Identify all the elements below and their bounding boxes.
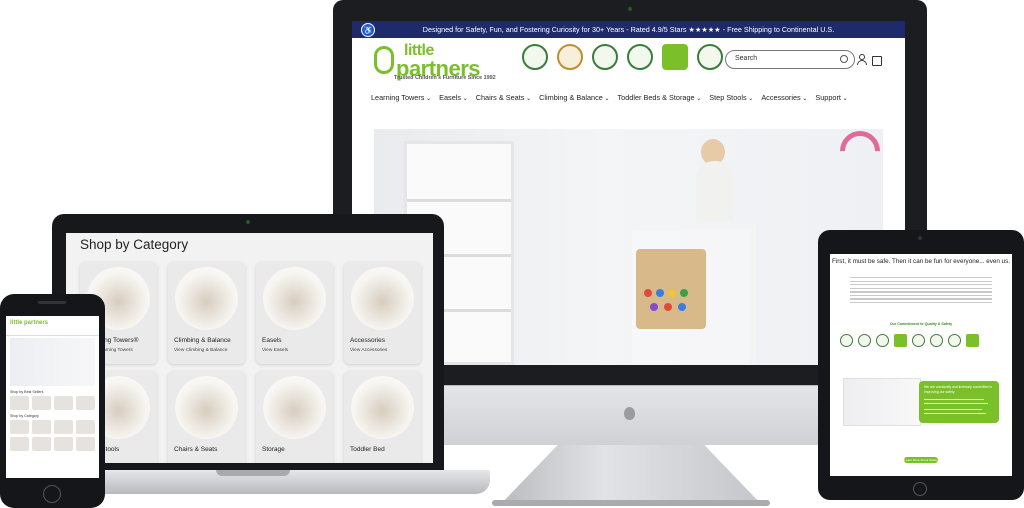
phone-header: little partners — [6, 316, 99, 336]
certification-badges — [522, 44, 723, 70]
announcement-bar: ♿ Designed for Safety, Fun, and Fosterin… — [352, 21, 905, 38]
category-link[interactable]: View Easels — [262, 348, 288, 353]
award-seal-badge-icon — [557, 44, 583, 70]
nav-item-support[interactable]: Support — [815, 93, 847, 102]
category-card-easels[interactable]: Easels View Easels — [256, 262, 333, 364]
brand-mark-icon — [374, 46, 394, 74]
category-image — [351, 267, 414, 330]
tablet: First, it must be safe. Then it can be f… — [818, 230, 1024, 500]
announcement-text: Designed for Safety, Fun, and Fostering … — [422, 25, 835, 34]
category-image — [175, 267, 238, 330]
nav-item-accessories[interactable]: Accessories — [761, 93, 807, 102]
laptop-notch — [216, 470, 290, 476]
rainbow-decal — [831, 129, 883, 180]
monitor-stand — [500, 445, 762, 505]
category-name: Climbing & Balance — [174, 337, 231, 344]
badge-icon — [876, 334, 889, 347]
home-button-icon — [43, 485, 61, 503]
safety-paragraph — [850, 277, 992, 306]
laptop-screen: Shop by Category Learning Towers® View L… — [66, 233, 433, 463]
phone-screen: little partners Shop by Best Sellers Sho… — [6, 316, 99, 478]
tablet-product-image — [843, 378, 921, 426]
nav-item-climbing-balance[interactable]: Climbing & Balance — [539, 93, 609, 102]
category-name: Easels — [262, 337, 282, 344]
responsive-devices-mockup: ♿ Designed for Safety, Fun, and Fosterin… — [0, 0, 1024, 508]
tablet-screen: First, it must be safe. Then it can be f… — [830, 254, 1012, 476]
eco-certified-badge-icon — [592, 44, 618, 70]
phone-logo[interactable]: little partners — [10, 320, 48, 326]
fsc-badge-icon — [627, 44, 653, 70]
activity-board — [636, 249, 706, 329]
brand-logo[interactable]: little partners Trusted Children's Furni… — [374, 43, 504, 84]
category-card-storage[interactable]: Storage — [256, 371, 333, 463]
badge-icon — [966, 334, 979, 347]
phone-hero-image[interactable] — [10, 338, 95, 386]
badge-icon — [858, 334, 871, 347]
accessibility-icon[interactable]: ♿ — [361, 23, 375, 37]
feature-title: We are constantly and tirelessly committ… — [924, 385, 993, 394]
category-card-accessories[interactable]: Accessories View Accessories — [344, 262, 421, 364]
category-card-chairs-seats[interactable]: Chairs & Seats — [168, 371, 245, 463]
category-card-climbing-balance[interactable]: Climbing & Balance View Climbing & Balan… — [168, 262, 245, 364]
category-image — [175, 376, 238, 439]
nav-item-learning-towers[interactable]: Learning Towers — [371, 93, 431, 102]
monitor-stand-base — [492, 500, 770, 506]
learn-more-button[interactable]: Learn More About Safety — [904, 457, 938, 463]
home-button-icon — [913, 482, 927, 496]
hero-child-body — [696, 161, 734, 221]
lifetime-warranty-badge-icon — [522, 44, 548, 70]
main-nav: Learning Towers Easels Chairs & Seats Cl… — [352, 90, 905, 104]
category-name: Toddler Bed — [350, 446, 385, 453]
cart-icon[interactable] — [871, 54, 882, 66]
apple-logo-icon — [624, 407, 635, 420]
safety-feature-box: We are constantly and tirelessly committ… — [919, 381, 999, 423]
category-image — [263, 376, 326, 439]
safety-headline: First, it must be safe. Then it can be f… — [831, 258, 1011, 265]
phone-section-best-sellers: Shop by Best Sellers — [10, 390, 44, 394]
search-icon[interactable] — [840, 55, 848, 63]
phone-speaker — [38, 301, 66, 304]
category-name: Chairs & Seats — [174, 446, 218, 453]
epa-badge-icon — [697, 44, 723, 70]
badge-icon — [840, 334, 853, 347]
monitor-camera — [628, 7, 632, 11]
badge-icon — [948, 334, 961, 347]
badge-icon — [930, 334, 943, 347]
tablet-camera — [918, 236, 922, 240]
category-link[interactable]: View Climbing & Balance — [174, 348, 228, 353]
laptop-camera — [246, 220, 250, 224]
phone-product-row — [10, 396, 95, 410]
nav-item-chairs-seats[interactable]: Chairs & Seats — [476, 93, 531, 102]
safety-badges — [840, 334, 979, 347]
phone-category-row — [10, 420, 95, 434]
category-link[interactable]: View Accessories — [350, 348, 387, 353]
category-card-toddler-bed[interactable]: Toddler Bed — [344, 371, 421, 463]
account-icon[interactable] — [856, 54, 867, 65]
site-header: little partners Trusted Children's Furni… — [352, 38, 905, 90]
badge-icon — [894, 334, 907, 347]
phone-category-row — [10, 437, 95, 451]
section-title: Shop by Category — [80, 237, 189, 252]
category-name: Accessories — [350, 337, 386, 344]
badge-icon — [912, 334, 925, 347]
nav-item-step-stools[interactable]: Step Stools — [709, 93, 753, 102]
hero-image[interactable] — [374, 129, 883, 365]
phone-section-category: Shop by Category — [10, 414, 39, 418]
nav-item-easels[interactable]: Easels — [439, 93, 468, 102]
category-image — [351, 376, 414, 439]
brand-tagline: Trusted Children's Furniture Since 1992 — [394, 75, 496, 81]
nav-item-toddler-beds-storage[interactable]: Toddler Beds & Storage — [618, 93, 702, 102]
greenguard-badge-icon — [662, 44, 688, 70]
commitment-subhead: Our Commitment to Quality & Safety — [889, 322, 953, 326]
category-name: Storage — [262, 446, 285, 453]
category-image — [263, 267, 326, 330]
search-input[interactable]: Search — [725, 50, 855, 69]
